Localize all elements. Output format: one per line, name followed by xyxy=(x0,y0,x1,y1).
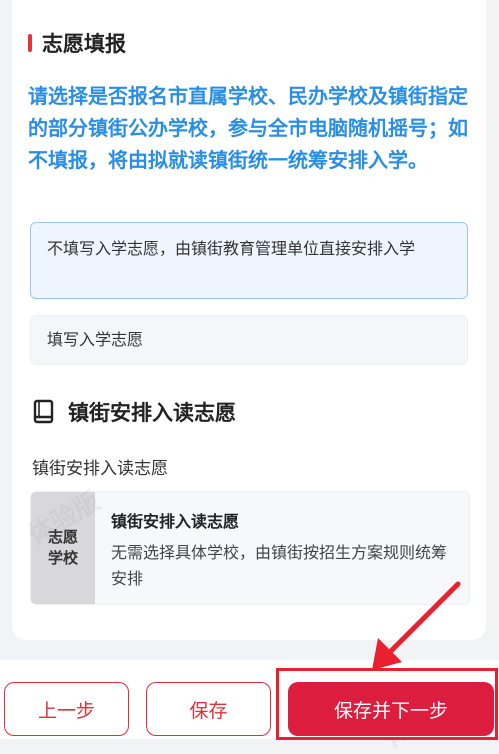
school-card-description: 无需选择具体学校，由镇街按招生方案规则统筹安排 xyxy=(111,543,448,588)
school-tag: 志愿 学校 xyxy=(31,492,95,604)
section-title-text: 志愿填报 xyxy=(42,32,126,56)
school-card-name: 镇街安排入读志愿 xyxy=(111,512,240,531)
school-card[interactable]: 志愿 学校 镇街安排入读志愿 无需选择具体学校，由镇街按招生方案规则统筹安排 xyxy=(30,491,470,605)
option-fill-preference[interactable]: 填写入学志愿 xyxy=(30,315,468,365)
save-button[interactable]: 保存 xyxy=(146,682,271,736)
book-icon xyxy=(33,399,54,424)
option-fill-preference-label: 填写入学志愿 xyxy=(47,330,144,349)
save-and-next-button[interactable]: 保存并下一步 xyxy=(288,682,494,736)
section-title: 志愿填报 xyxy=(28,28,126,58)
prev-step-button[interactable]: 上一步 xyxy=(4,682,129,736)
notice-text: 请选择是否报名市直属学校、民办学校及镇街指定的部分镇街公办学校，参与全市电脑随机… xyxy=(28,84,468,172)
option-no-preference-label: 不填写入学志愿，由镇街教育管理单位直接安排入学 xyxy=(47,239,416,258)
assignment-field-label: 镇街安排入读志愿 xyxy=(32,459,168,479)
assignment-title: 镇街安排入读志愿 xyxy=(32,396,236,428)
title-accent-bar xyxy=(28,34,32,52)
assignment-title-text: 镇街安排入读志愿 xyxy=(68,401,236,425)
school-tag-line2: 学校 xyxy=(47,549,78,567)
school-tag-line1: 志愿 xyxy=(47,528,78,546)
option-no-preference[interactable]: 不填写入学志愿，由镇街教育管理单位直接安排入学 xyxy=(30,222,468,299)
